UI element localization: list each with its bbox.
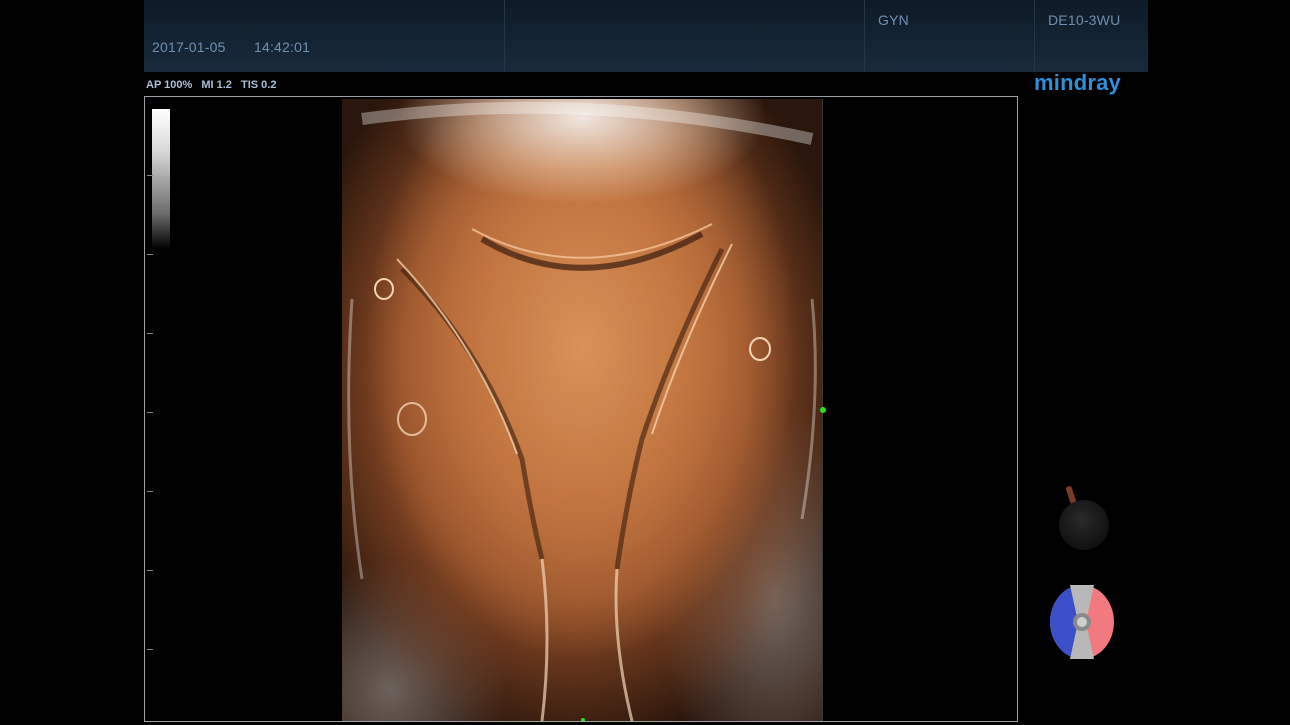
uterus-render-contours <box>347 101 817 721</box>
depth-tick <box>147 491 153 492</box>
mechanical-index: MI 1.2 <box>201 79 232 91</box>
orientation-disc-icon[interactable] <box>1050 585 1114 660</box>
thermal-index: TIS 0.2 <box>240 79 277 91</box>
grayscale-bar <box>152 109 170 249</box>
header-bar: 2017-01-05 14:42:01 GYN DE10-3WU <box>144 0 1148 72</box>
probe-name[interactable]: DE10-3WU <box>1048 12 1120 28</box>
exam-mode[interactable]: GYN <box>878 12 909 28</box>
exam-time: 14:42:01 <box>254 39 311 55</box>
depth-tick <box>147 570 153 571</box>
depth-tick <box>147 254 153 255</box>
position-marker[interactable] <box>820 407 826 413</box>
acoustic-power: AP 100% <box>146 79 193 91</box>
exam-date: 2017-01-05 <box>152 39 226 55</box>
ultrasound-screen: 2017-01-05 14:42:01 GYN DE10-3WU AP 100%… <box>0 0 1290 725</box>
acoustic-output: AP 100% MI 1.2 TIS 0.2 <box>146 79 282 91</box>
image-viewport[interactable] <box>144 96 1018 722</box>
header-divider <box>1034 0 1035 72</box>
depth-tick <box>147 175 153 176</box>
dial-knob-icon[interactable] <box>1059 500 1109 550</box>
header-divider <box>504 0 505 72</box>
brand-logo: mindray <box>1034 70 1121 95</box>
depth-marker <box>581 718 585 721</box>
header-divider <box>864 0 865 72</box>
depth-tick <box>147 649 153 650</box>
3d-uterus-render[interactable] <box>342 99 822 721</box>
depth-tick <box>147 333 153 334</box>
depth-tick <box>147 412 153 413</box>
